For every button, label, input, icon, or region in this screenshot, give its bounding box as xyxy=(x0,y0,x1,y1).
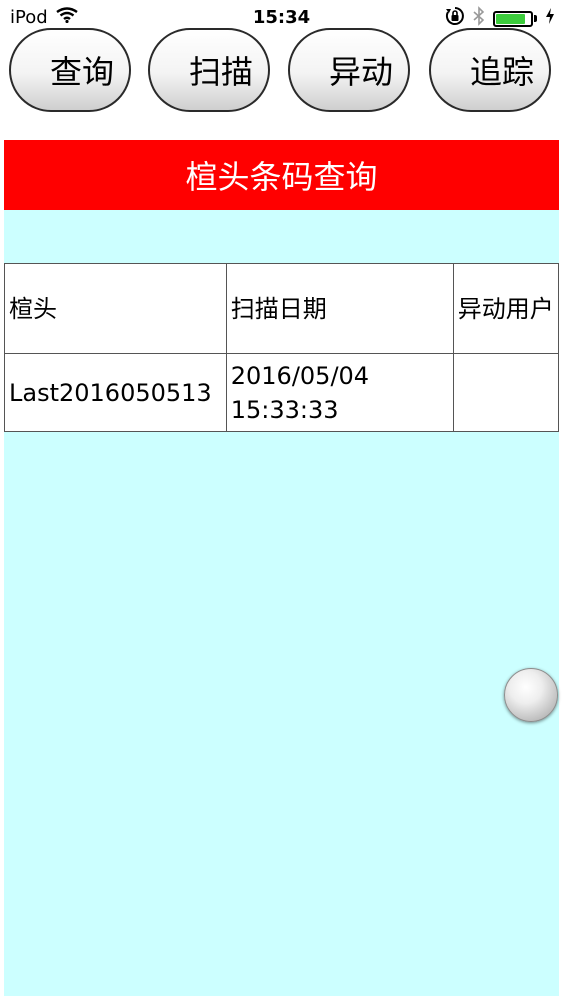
table-header-cell: 楦头 xyxy=(4,263,227,354)
page-title-bar: 楦头条码查询 xyxy=(4,140,559,210)
table-header-cell: 异动用户 xyxy=(452,263,560,354)
battery-icon xyxy=(493,10,537,27)
assistive-touch-button[interactable] xyxy=(504,668,558,722)
result-table: 楦头 扫描日期 异动用户 Last2016050513 2016/05/04 1… xyxy=(4,263,560,432)
page-title: 楦头条码查询 xyxy=(185,158,378,196)
table-cell-scan-date: 2016/05/04 15:33:33 xyxy=(225,353,454,432)
table-header-cell: 扫描日期 xyxy=(225,263,454,354)
table-row[interactable]: Last2016050513 2016/05/04 15:33:33 xyxy=(4,353,560,432)
scan-button[interactable]: 扫描 xyxy=(148,28,270,112)
toolbar: 查询 扫描 异动 追踪 xyxy=(0,28,563,114)
battery-fill xyxy=(496,13,525,24)
battery-body xyxy=(493,10,533,27)
charging-icon xyxy=(545,7,555,30)
battery-tip xyxy=(534,15,537,22)
content-area: 楦头 扫描日期 异动用户 Last2016050513 2016/05/04 1… xyxy=(4,210,560,996)
query-button[interactable]: 查询 xyxy=(9,28,131,112)
change-button[interactable]: 异动 xyxy=(288,28,410,112)
table-header-row: 楦头 扫描日期 异动用户 xyxy=(4,263,560,354)
table-cell-user xyxy=(452,353,560,432)
table-cell-last: Last2016050513 xyxy=(4,353,227,432)
track-button[interactable]: 追踪 xyxy=(429,28,551,112)
